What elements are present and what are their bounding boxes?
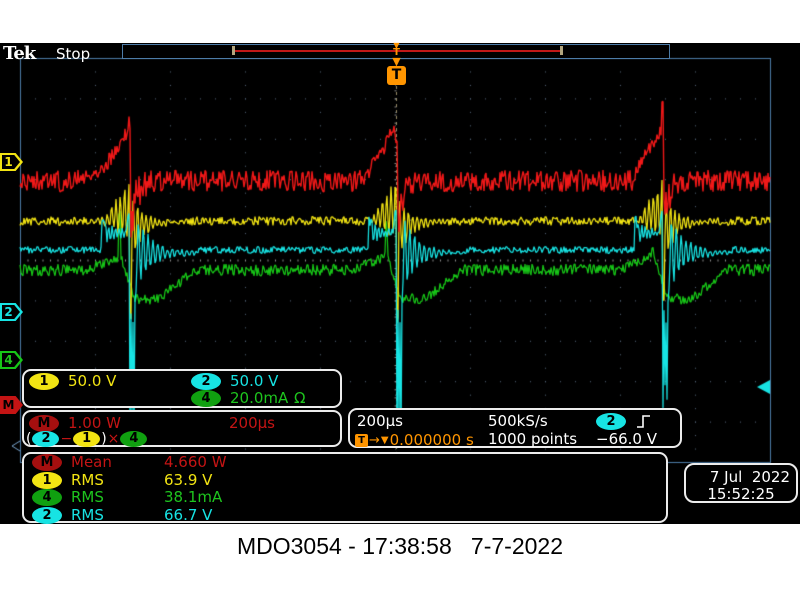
time-label: 15:52:25 — [686, 485, 796, 503]
channel2-marker[interactable]: 2 — [0, 303, 23, 321]
channel2-badge: 2 — [191, 373, 221, 390]
channel2-scale: 50.0 V — [230, 373, 278, 390]
acquisition-status: Stop — [56, 45, 90, 63]
math-scale: 1.00 W — [68, 415, 121, 432]
channel1-marker[interactable]: 1 — [0, 153, 23, 171]
trigger-position-flag[interactable]: T — [387, 66, 406, 85]
screenshot-caption: MDO3054 - 17:38:58 7-7-2022 — [0, 530, 800, 562]
measurement-label: RMS — [71, 489, 104, 506]
datetime-box: 7 Jul 2022 15:52:25 — [684, 463, 798, 503]
sample-rate: 500kS/s — [488, 413, 548, 430]
measurement-row: 1 RMS 63.9 V — [24, 472, 666, 489]
date-label: 7 Jul 2022 — [686, 468, 790, 486]
channel1-badge: 1 — [32, 472, 62, 489]
channel-readout-box[interactable]: 1 50.0 V 2 50.0 V 4 20.0mA Ω — [22, 369, 342, 408]
expr-times: × — [108, 431, 120, 447]
expr-ch4-badge: 4 — [120, 431, 147, 447]
trigger-position-readout: T → ▼ 0.000000 s — [355, 431, 474, 449]
measurement-value: 66.7 V — [164, 507, 212, 524]
channel4-marker[interactable]: 4 — [0, 351, 23, 369]
tek-logo: Tek — [3, 43, 35, 64]
expr-open-paren: ( — [26, 431, 31, 447]
expr-minus: − — [60, 431, 72, 447]
trigger-source-badge: 2 — [596, 413, 626, 430]
record-view-right-bracket — [560, 46, 563, 55]
math-marker[interactable]: M — [0, 396, 23, 414]
measurement-value: 63.9 V — [164, 472, 212, 489]
arrow-right-icon: → — [369, 433, 380, 448]
math-readout-box[interactable]: M 1.00 W 200µs ( 2 − 1 ) × 4 — [22, 410, 342, 447]
measurement-label: RMS — [71, 507, 104, 524]
channel4-badge: 4 — [32, 489, 62, 506]
caret-down-icon: ▼ — [381, 435, 389, 446]
channel1-scale: 50.0 V — [68, 373, 116, 390]
math-expression: ( 2 − 1 ) × 4 — [26, 431, 147, 447]
measurement-row: 2 RMS 66.7 V — [24, 507, 666, 524]
trigger-position-value: 0.000000 s — [390, 431, 474, 449]
measurement-label: Mean — [71, 454, 112, 471]
channel4-impedance: Ω — [294, 390, 305, 407]
trigger-t-badge: T — [355, 434, 368, 447]
measurement-label: RMS — [71, 472, 104, 489]
measurement-value: 38.1mA — [164, 489, 222, 506]
measurement-row: 4 RMS 38.1mA — [24, 489, 666, 506]
expr-ch2-badge: 2 — [32, 431, 59, 447]
record-length: 1000 points — [488, 431, 577, 448]
math-time-scale: 200µs — [229, 415, 275, 432]
channel1-badge: 1 — [29, 373, 59, 390]
horizontal-trigger-box[interactable]: 200µs 500kS/s 2 T → ▼ 0.000000 s 1000 po… — [348, 408, 682, 448]
measurement-value: 4.660 W — [164, 454, 227, 471]
trigger-level: −66.0 V — [596, 431, 657, 448]
channel4-badge: 4 — [191, 390, 221, 407]
rising-edge-icon — [636, 413, 651, 430]
expr-close-paren: ) — [101, 431, 106, 447]
channel2-badge: 2 — [32, 507, 62, 524]
time-per-div: 200µs — [357, 413, 403, 430]
math-badge: M — [32, 454, 62, 471]
expr-ch1-badge: 1 — [73, 431, 100, 447]
measurements-box[interactable]: M Mean 4.660 W 1 RMS 63.9 V 4 RMS 38.1mA… — [22, 452, 668, 523]
math-badge: M — [29, 415, 59, 432]
measurement-row: M Mean 4.660 W — [24, 454, 666, 471]
channel4-scale: 20.0mA — [230, 390, 288, 407]
